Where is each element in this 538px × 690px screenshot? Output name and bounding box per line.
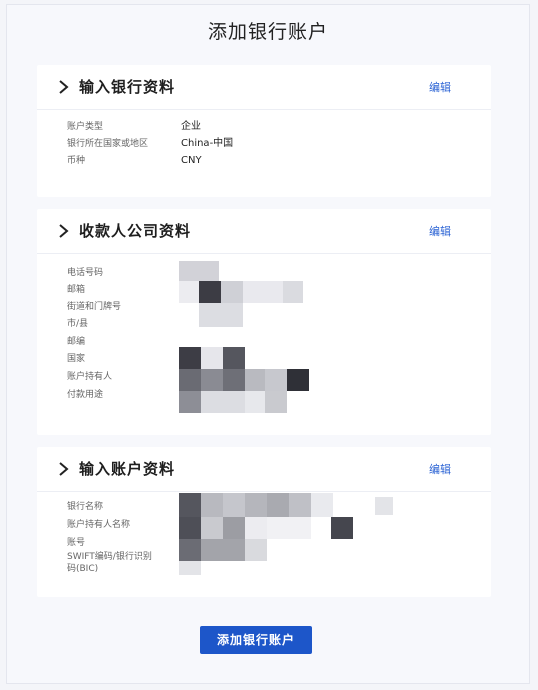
redaction-block <box>267 493 289 517</box>
redaction-block <box>179 517 201 539</box>
field-label: 账号 <box>67 538 86 548</box>
field-bank-name: 银行名称 <box>67 499 103 515</box>
edit-account-info-link[interactable]: 编辑 <box>429 461 451 477</box>
redaction-block <box>375 497 393 515</box>
redaction-block <box>179 281 199 303</box>
redaction-block <box>245 539 267 561</box>
redaction-block <box>245 517 267 539</box>
field-label: 币种 <box>67 156 86 166</box>
field-value: China-中国 <box>181 138 234 149</box>
redaction-block <box>245 369 265 391</box>
field-street: 街道和门牌号 <box>67 299 121 315</box>
field-label: 街道和门牌号 <box>67 302 122 312</box>
field-label: 账户持有人名称 <box>67 520 131 530</box>
field-label: 码(BIC) <box>67 564 99 574</box>
redaction-block <box>201 369 223 391</box>
redaction-block <box>287 369 309 391</box>
chevron-right-icon <box>59 224 69 238</box>
redaction-block <box>179 539 201 561</box>
field-phone: 电话号码 <box>67 265 103 281</box>
redaction-block <box>311 493 333 517</box>
payee-company-card: 收款人公司资料 编辑 电话号码 邮箱 街道和门牌号 市/县 邮编 国家 账户持有… <box>37 209 491 435</box>
redaction-block <box>201 391 245 413</box>
field-email: 邮箱 <box>67 282 85 298</box>
field-label: 电话号码 <box>67 268 104 278</box>
section-title: 输入账户资料 <box>79 460 176 478</box>
page-title: 添加银行账户 <box>207 21 328 43</box>
field-label: SWIFT编码/银行识别 <box>67 552 152 562</box>
redaction-block <box>289 493 311 517</box>
redaction-block <box>245 391 265 413</box>
redaction-block <box>265 369 287 391</box>
add-bank-account-button[interactable]: 添加银行账户 <box>200 626 312 654</box>
field-account-type: 账户类型 企业 <box>67 119 201 135</box>
edit-payee-company-link[interactable]: 编辑 <box>429 223 451 239</box>
account-info-card: 输入账户资料 编辑 银行名称 账户持有人名称 账号 SWIFT编码/银行识别 码… <box>37 447 491 597</box>
chevron-right-icon <box>59 462 69 476</box>
bank-info-card: 输入银行资料 编辑 账户类型 企业 银行所在国家或地区 China-中国 币种 … <box>37 65 491 197</box>
section-title: 收款人公司资料 <box>79 222 192 240</box>
field-label: 市/县 <box>67 319 89 329</box>
redaction-block <box>179 391 201 413</box>
field-bank-country: 银行所在国家或地区 China-中国 <box>67 136 233 152</box>
field-label: 付款用途 <box>67 390 104 400</box>
field-account-number: 账号 <box>67 535 85 551</box>
field-label: 银行所在国家或地区 <box>67 139 149 149</box>
redaction-block <box>283 281 303 303</box>
section-title: 输入银行资料 <box>79 78 176 96</box>
field-label: 账户持有人 <box>67 372 113 382</box>
edit-bank-info-link[interactable]: 编辑 <box>429 79 451 95</box>
field-holder-name: 账户持有人名称 <box>67 517 130 533</box>
field-country: 国家 <box>67 351 85 367</box>
redaction-block <box>179 347 201 369</box>
redaction-block <box>221 281 243 303</box>
redaction-block <box>331 517 353 539</box>
field-label: 账户类型 <box>67 122 104 132</box>
redaction-block <box>199 303 243 327</box>
field-label: 邮编 <box>67 337 86 347</box>
redaction-block <box>179 369 201 391</box>
redaction-block <box>223 493 245 517</box>
redaction-block <box>201 493 223 517</box>
field-value: CNY <box>181 155 202 166</box>
page-frame: 添加银行账户 输入银行资料 编辑 账户类型 企业 银行所在国家或地区 China… <box>6 4 530 684</box>
redaction-block <box>179 561 201 575</box>
field-swift-bic: SWIFT编码/银行识别 码(BIC) <box>67 551 152 579</box>
payee-company-header[interactable]: 收款人公司资料 编辑 <box>37 209 491 254</box>
redaction-block <box>201 517 223 539</box>
field-city: 市/县 <box>67 316 88 332</box>
redaction-block <box>223 347 245 369</box>
redaction-block <box>223 517 245 539</box>
redaction-block <box>179 261 219 281</box>
redaction-block <box>333 493 353 517</box>
redaction-block <box>179 493 201 517</box>
field-label: 银行名称 <box>67 502 104 512</box>
bank-info-header[interactable]: 输入银行资料 编辑 <box>37 65 491 110</box>
field-account-holder: 账户持有人 <box>67 369 112 385</box>
redaction-block <box>223 369 245 391</box>
redaction-block <box>245 493 267 517</box>
account-info-header[interactable]: 输入账户资料 编辑 <box>37 447 491 492</box>
redaction-block <box>243 281 283 303</box>
redaction-block <box>267 517 311 539</box>
field-postcode: 邮编 <box>67 334 85 350</box>
field-label: 国家 <box>67 354 86 364</box>
redaction-block <box>201 347 223 369</box>
chevron-right-icon <box>59 80 69 94</box>
redaction-block <box>265 391 287 413</box>
field-currency: 币种 CNY <box>67 153 202 169</box>
field-label: 邮箱 <box>67 285 86 295</box>
field-payment-purpose: 付款用途 <box>67 387 103 403</box>
redaction-block <box>199 281 221 303</box>
field-value: 企业 <box>181 121 201 132</box>
redaction-block <box>201 539 245 561</box>
